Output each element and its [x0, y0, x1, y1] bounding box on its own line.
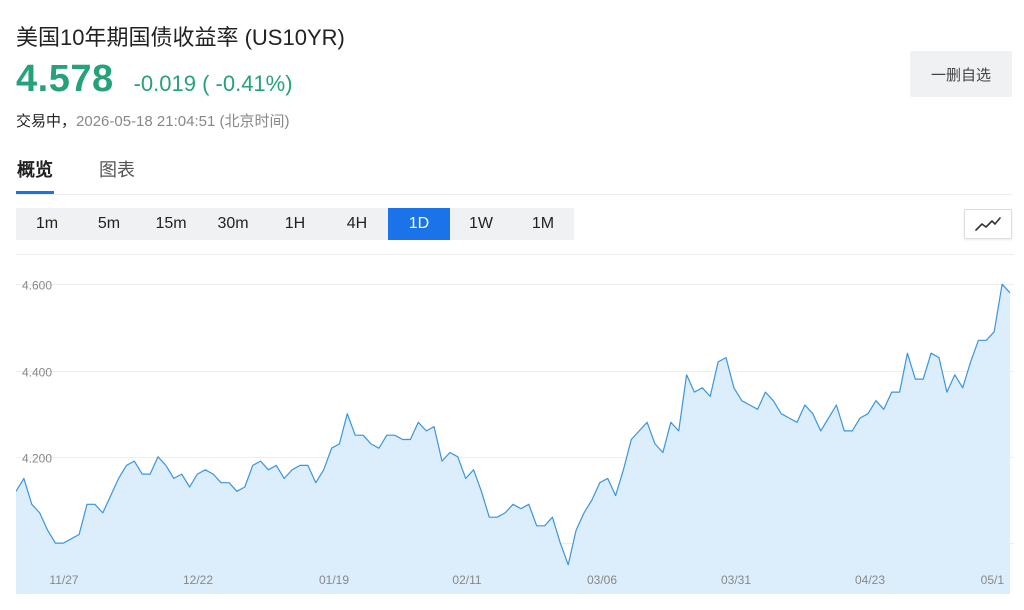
- x-tick-label: 11/27: [49, 573, 78, 587]
- interval-1h[interactable]: 1H: [264, 208, 326, 240]
- y-tick-label: 4.400: [22, 366, 52, 380]
- price-chart[interactable]: 4.6004.4004.2004.00011/2712/2201/1902/11…: [16, 254, 1014, 595]
- interval-5m[interactable]: 5m: [78, 208, 140, 240]
- y-tick-label: 4.600: [22, 279, 52, 293]
- tab-bar: 概览 图表: [16, 156, 1012, 195]
- quote-page: 美国10年期国债收益率 (US10YR) 4.578 -0.019 ( -0.4…: [0, 0, 1024, 610]
- price-chart-svg: 4.6004.4004.2004.00011/2712/2201/1902/11…: [16, 254, 1014, 595]
- interval-4h[interactable]: 4H: [326, 208, 388, 240]
- page-title: 美国10年期国债收益率 (US10YR): [16, 25, 345, 50]
- x-tick-label: 05/1: [981, 573, 1005, 587]
- interval-1w[interactable]: 1W: [450, 208, 512, 240]
- tab-chart[interactable]: 图表: [98, 156, 136, 194]
- x-tick-label: 03/31: [721, 573, 751, 587]
- interval-30m[interactable]: 30m: [202, 208, 264, 240]
- interval-1mo[interactable]: 1M: [512, 208, 574, 240]
- x-tick-label: 04/23: [855, 573, 885, 587]
- y-tick-label: 4.200: [22, 452, 52, 466]
- x-tick-label: 01/19: [319, 573, 349, 587]
- interval-15m[interactable]: 15m: [140, 208, 202, 240]
- line-chart-icon: [975, 217, 1001, 231]
- price-row: 4.578 -0.019 ( -0.41%): [16, 58, 293, 101]
- quote-timestamp: 2026-05-18 21:04:51 (北京时间): [76, 113, 290, 130]
- x-tick-label: 12/22: [183, 573, 213, 587]
- remove-watchlist-button[interactable]: 一删自选: [910, 51, 1012, 97]
- x-tick-label: 03/06: [587, 573, 617, 587]
- interval-1d[interactable]: 1D: [388, 208, 450, 240]
- last-price: 4.578: [16, 58, 114, 100]
- price-change: -0.019 ( -0.41%): [133, 71, 293, 96]
- x-tick-label: 02/11: [452, 573, 481, 587]
- interval-selector: 1m 5m 15m 30m 1H 4H 1D 1W 1M: [16, 208, 574, 240]
- interval-1m[interactable]: 1m: [16, 208, 78, 240]
- trading-status-label: 交易中，: [16, 113, 77, 130]
- chart-type-button[interactable]: [964, 209, 1012, 239]
- trading-status: 交易中，2026-05-18 21:04:51 (北京时间): [16, 110, 289, 131]
- tab-overview[interactable]: 概览: [16, 156, 54, 194]
